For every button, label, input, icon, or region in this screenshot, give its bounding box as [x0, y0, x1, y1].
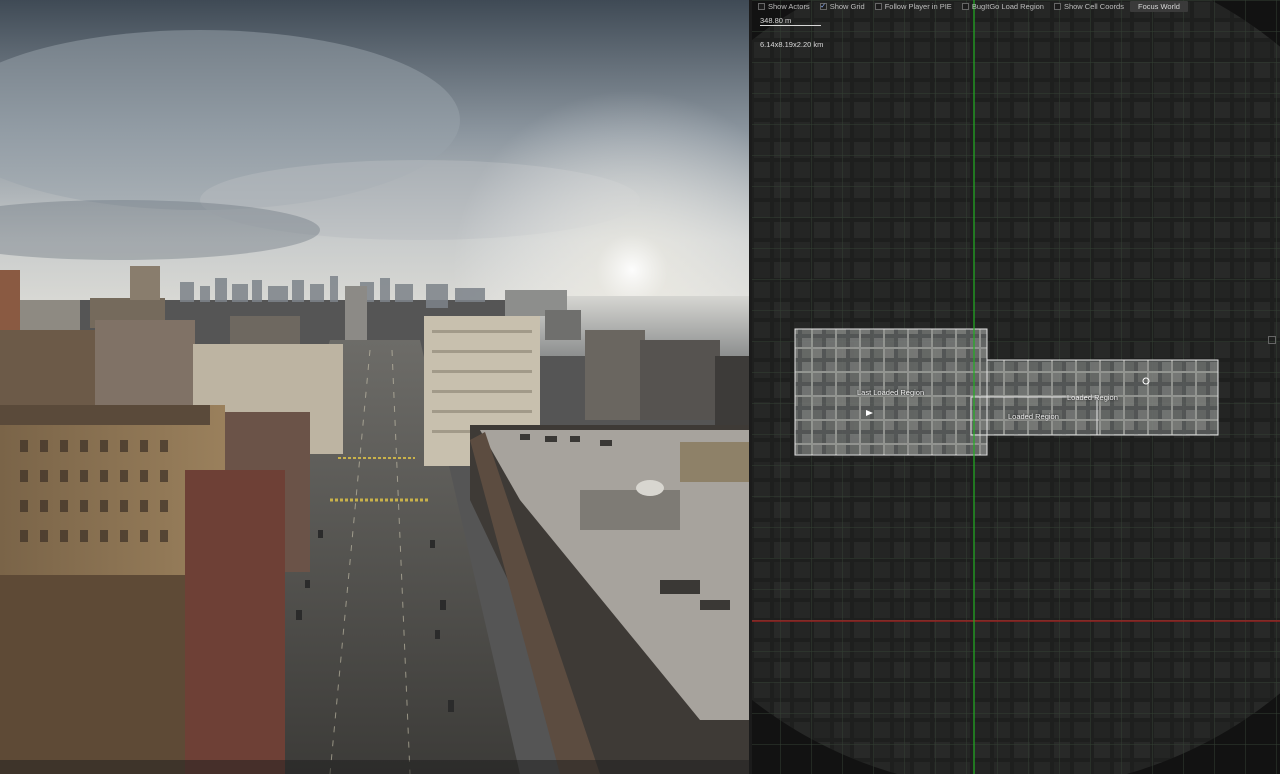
follow-player-label: Follow Player in PIE: [884, 1, 952, 11]
follow-player-toggle[interactable]: Follow Player in PIE: [871, 1, 956, 12]
map-scale-bar: [760, 25, 821, 26]
show-actors-checkbox[interactable]: [758, 2, 765, 10]
show-cell-coords-label: Show Cell Coords: [1063, 1, 1124, 11]
show-cell-coords-checkbox[interactable]: [1053, 2, 1061, 10]
level-viewport[interactable]: [0, 0, 749, 774]
bugitgo-checkbox[interactable]: [961, 2, 969, 10]
bugitgo-toggle[interactable]: BugItGo Load Region: [958, 1, 1048, 12]
map-canvas[interactable]: [752, 0, 1280, 774]
expand-icon[interactable]: [1268, 336, 1276, 344]
show-grid-label: Show Grid: [829, 1, 865, 11]
map-toolbar: Show Actors ✓ Show Grid Follow Player in…: [752, 0, 1188, 12]
loaded-region-label-b: Loaded Region: [1008, 412, 1059, 421]
follow-player-checkbox[interactable]: [874, 2, 882, 10]
city-render-image: [0, 0, 749, 774]
last-loaded-region-label: Last Loaded Region: [857, 388, 925, 397]
show-actors-toggle[interactable]: Show Actors: [754, 1, 814, 12]
focus-world-button[interactable]: Focus World: [1129, 0, 1188, 12]
world-size-readout: 6.14x8.19x2.20 km: [760, 40, 824, 49]
show-grid-checkbox[interactable]: ✓: [819, 2, 827, 10]
bugitgo-label: BugItGo Load Region: [971, 1, 1044, 11]
show-grid-toggle[interactable]: ✓ Show Grid: [816, 1, 869, 12]
show-actors-label: Show Actors: [768, 1, 810, 11]
show-cell-coords-toggle[interactable]: Show Cell Coords: [1050, 1, 1128, 12]
world-partition-map[interactable]: [752, 0, 1280, 774]
loaded-region-label-a: Loaded Region: [1067, 393, 1118, 402]
map-scale-label: 348.80 m: [760, 16, 792, 25]
